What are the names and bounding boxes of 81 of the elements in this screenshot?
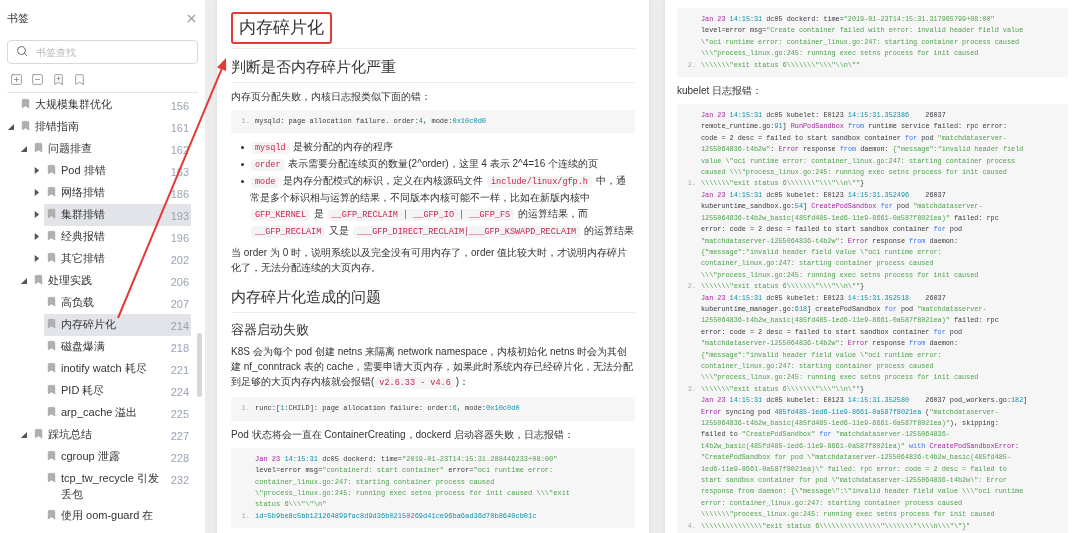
list-item-text: order 表示需要分配连续页的数量(2^order)，这里 4 表示 2^4=16 个连续的页 (250, 156, 598, 174)
page-number: 196 (169, 231, 189, 245)
page-number: 207 (169, 297, 189, 311)
bookmark-item[interactable]: 排错指南 161 (18, 115, 191, 138)
caret-icon[interactable] (19, 143, 28, 153)
panel-title: 书签 (7, 11, 29, 26)
collapse-all-icon[interactable] (31, 72, 44, 86)
bookmark-item[interactable]: cgroup 泄露 228 (44, 445, 191, 468)
bookmark-icon (46, 296, 57, 307)
bookmark-item[interactable]: inotify watch 耗尽 221 (44, 357, 191, 380)
page-number: 232 (169, 473, 189, 487)
bookmark-icon (46, 318, 57, 329)
page-number: 224 (169, 385, 189, 399)
bookmark-item[interactable]: 其它排错 202 (44, 247, 191, 270)
caret-icon[interactable] (19, 429, 28, 439)
bookmark-icon (20, 98, 31, 109)
page-title: 内存碎片化 (231, 12, 332, 44)
paragraph: 内存页分配失败，内核日志报类似下面的错： (231, 90, 432, 104)
bullet-icon (241, 180, 244, 184)
page-number: 214 (169, 319, 189, 333)
paragraph: kubelet 日志报错： (677, 84, 764, 99)
bullet-icon (241, 163, 244, 167)
caret-icon[interactable] (32, 187, 41, 197)
bookmark-item[interactable]: arp_cache 溢出 225 (44, 401, 191, 424)
bookmark-icon (46, 362, 57, 373)
bookmark-icon (46, 340, 57, 351)
list-item-text: mode 是内存分配模式的标识，定义在内核源码文件 include/linux/gfp.h 中，通常是多个标识相与运算的结果，不同版本内核可能不一样，比如在新版内核中 GFP_KERNEL 是 __GFP_RECLAIM | __GFP_IO | __GFP_FS 的运算结果，而 __GFP_RECLAIM 又是 ___GFP_DIRECT_RECLAIM|___GFP_KSWAPD_RECLAIM 的运算结果 (250, 174, 635, 241)
page-number: 218 (169, 341, 189, 355)
bookmark-icon (46, 252, 57, 263)
bookmark-icon (33, 274, 44, 285)
paragraph: 当 order 为 0 时，说明系统以及完全没有可用内存了，order 值比较大时，才说明内存碎片化了，无法分配连续的大页内存。 (231, 246, 629, 276)
bookmark-icon (33, 142, 44, 153)
bookmark-item[interactable]: 磁盘爆满 218 (44, 335, 191, 358)
page-number: 228 (169, 451, 189, 465)
bookmark-item[interactable]: 处理实践 206 (31, 269, 191, 292)
bookmark-item[interactable]: 大规模集群优化 156 (18, 93, 191, 116)
bookmark-icon (20, 120, 31, 131)
caret-icon[interactable] (6, 121, 15, 131)
page-number: 206 (169, 275, 189, 289)
page-number: 225 (169, 407, 189, 421)
page-number: 227 (169, 429, 189, 443)
expand-all-icon[interactable] (10, 72, 23, 86)
bookmark-icon (46, 230, 57, 241)
page-number: 202 (169, 253, 189, 267)
list-item-text: mysqld 是被分配的内存的程序 (250, 139, 394, 157)
bookmark-icon (46, 509, 57, 520)
bookmark-icon (46, 450, 57, 461)
bookmark-icon (33, 428, 44, 439)
page-number: 193 (169, 209, 189, 223)
search-icon (16, 44, 28, 57)
bookmark-item[interactable]: 使用 oom-guard 在 (44, 504, 191, 526)
page-number: 186 (169, 187, 189, 201)
page-number: 161 (169, 121, 189, 135)
paragraph: Pod 状态将会一直在 ContainerCreating，dockerd 启动容器失败，日志报错： (231, 427, 575, 442)
scrollbar-thumb[interactable] (197, 332, 202, 397)
section-heading: 判断是否内存碎片化严重 (231, 57, 635, 83)
caret-icon[interactable] (32, 231, 41, 241)
bookmark-icon (46, 406, 57, 417)
section-heading: 内存碎片化造成的问题 (231, 287, 635, 314)
caret-icon[interactable] (19, 275, 28, 285)
bookmark-icon (46, 186, 57, 197)
bookmark-item[interactable]: 内存碎片化 214 (44, 313, 191, 336)
bookmark-icon (46, 208, 57, 219)
bookmark-icon (46, 384, 57, 395)
bookmark-item[interactable]: 经典报错 196 (44, 225, 191, 248)
bookmark-item[interactable]: 高负载 207 (44, 291, 191, 314)
bookmark-icon (46, 472, 57, 483)
caret-icon[interactable] (32, 253, 41, 263)
caret-icon[interactable] (32, 209, 41, 219)
bookmark-item[interactable]: tcp_tw_recycle 引发丢包 232 (44, 467, 191, 505)
bookmark-item[interactable]: 踩坑总结 227 (31, 423, 191, 446)
page-number: 156 (169, 99, 189, 113)
bookmark-item[interactable]: PID 耗尽 224 (44, 379, 191, 402)
bullet-icon (241, 146, 244, 150)
bookmark-icon (46, 164, 57, 175)
caret-icon[interactable] (32, 165, 41, 175)
bookmark-item[interactable]: 网络排错 186 (44, 181, 191, 204)
subsection-heading: 容器启动失败 (231, 321, 310, 340)
bookmark-item[interactable]: 集群排错 193 (44, 203, 191, 226)
page-number: 221 (169, 363, 189, 377)
paragraph: K8S 会为每个 pod 创建 netns 来隔离 network namespace，内核初始化 netns 时会为其创建 nf_conntrack 表的 cache，需要申请大页内存，如果此时系统内存已经碎片化，无法分配到足够的大页内存内核就会报错( v2.6.33 - v4.6 )： (231, 345, 635, 392)
